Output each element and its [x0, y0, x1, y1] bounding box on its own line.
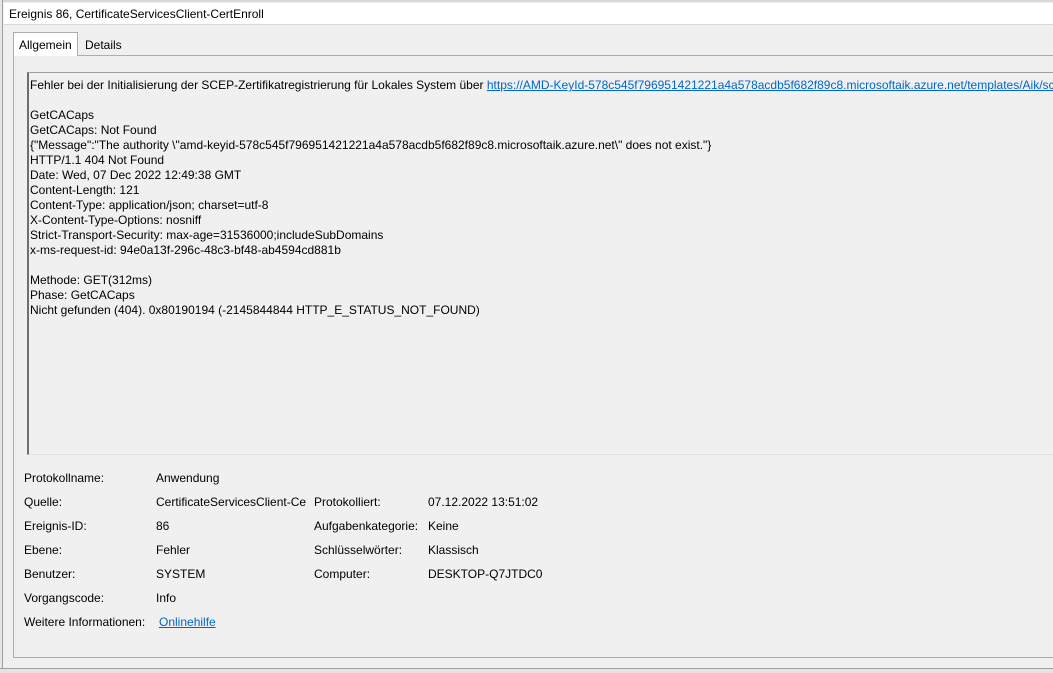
benutzer-value: SYSTEM [156, 567, 206, 581]
message-line: Date: Wed, 07 Dec 2022 12:49:38 GMT [30, 168, 242, 182]
computer-label: Computer: [314, 567, 371, 581]
message-line: x-ms-request-id: 94e0a13f-296c-48c3-bf48… [30, 243, 341, 257]
message-line: Nicht gefunden (404). 0x80190194 (-21458… [30, 303, 480, 317]
window-title: Ereignis 86, CertificateServicesClient-C… [9, 7, 264, 21]
protokolliert-value: 07.12.2022 13:51:02 [428, 495, 539, 509]
quelle-label: Quelle: [24, 495, 63, 509]
computer-value: DESKTOP-Q7JTDC0 [428, 567, 543, 581]
ereignis-id-label: Ereignis-ID: [24, 519, 87, 533]
protokollname-value: Anwendung [156, 471, 220, 485]
ebene-label: Ebene: [24, 543, 63, 557]
ereignis-id-value: 86 [156, 519, 170, 533]
message-line: Content-Length: 121 [30, 183, 140, 197]
message-line: Phase: GetCACaps [30, 288, 135, 302]
window-frame-bottom [0, 668, 1053, 673]
vorgangscode-label: Vorgangscode: [24, 591, 105, 605]
title-bar: Ereignis 86, CertificateServicesClient-C… [4, 3, 1053, 25]
weitere-informationen-label: Weitere Informationen: [24, 615, 146, 629]
tab-allgemein[interactable]: Allgemein [13, 32, 78, 56]
protokolliert-label: Protokolliert: [314, 495, 381, 509]
benutzer-label: Benutzer: [24, 567, 76, 581]
aufgabenkategorie-label: Aufgabenkategorie: [314, 519, 419, 533]
vorgangscode-value: Info [156, 591, 177, 605]
scep-url-link[interactable]: https://AMD-KeyId-578c545f796951421221a4… [487, 78, 1053, 92]
tab-panel-allgemein: Fehler bei der Initialisierung der SCEP-… [13, 55, 1053, 658]
message-line: HTTP/1.1 404 Not Found [30, 153, 165, 167]
protokollname-label: Protokollname: [24, 471, 105, 485]
message-intro-line: Fehler bei der Initialisierung der SCEP-… [30, 78, 1053, 93]
message-line: X-Content-Type-Options: nosniff [30, 213, 202, 227]
ebene-value: Fehler [156, 543, 191, 557]
tab-details[interactable]: Details [80, 34, 127, 55]
schluesselwoerter-value: Klassisch [428, 543, 479, 557]
schluesselwoerter-label: Schlüsselwörter: [314, 543, 403, 557]
window-frame-left [0, 0, 3, 673]
message-intro: Fehler bei der Initialisierung der SCEP-… [30, 78, 487, 92]
message-line: GetCACaps [30, 108, 95, 122]
window-frame-top [0, 0, 1053, 2]
message-line: Methode: GET(312ms) [30, 273, 153, 287]
message-line: Content-Type: application/json; charset=… [30, 198, 269, 212]
message-line: GetCACaps: Not Found [30, 123, 157, 137]
onlinehilfe-link[interactable]: Onlinehilfe [159, 615, 216, 630]
message-line: Strict-Transport-Security: max-age=31536… [30, 228, 384, 242]
quelle-value: CertificateServicesClient-CertEnroll [156, 495, 306, 509]
message-line: {"Message":"The authority \"amd-keyid-57… [30, 138, 712, 152]
event-message-text[interactable]: Fehler bei der Initialisierung der SCEP-… [27, 72, 1053, 455]
aufgabenkategorie-value: Keine [428, 519, 459, 533]
